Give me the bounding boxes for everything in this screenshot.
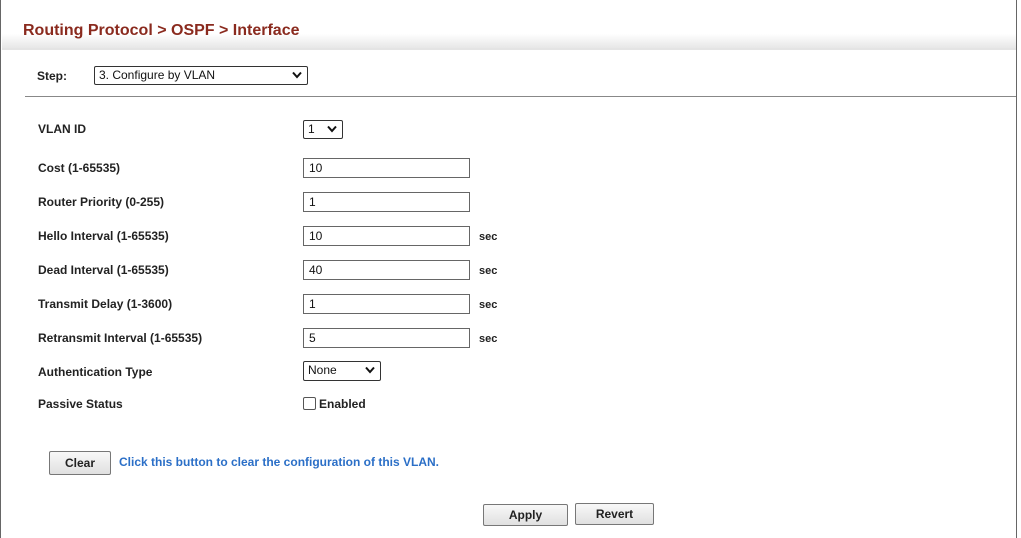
auth-type-select[interactable]: None (303, 361, 381, 381)
vlan-id-label: VLAN ID (38, 122, 86, 136)
auth-type-value: None (308, 363, 337, 377)
dead-interval-label: Dead Interval (1-65535) (38, 263, 169, 277)
apply-button[interactable]: Apply (483, 504, 568, 526)
vlan-id-value: 1 (308, 122, 315, 136)
hello-interval-input[interactable]: 10 (303, 226, 470, 246)
retransmit-interval-label: Retransmit Interval (1-65535) (38, 331, 203, 345)
retransmit-interval-input[interactable]: 5 (303, 328, 470, 348)
cost-label: Cost (1-65535) (38, 161, 121, 175)
revert-button[interactable]: Revert (575, 503, 654, 525)
clear-hint: Click this button to clear the configura… (119, 455, 440, 469)
auth-type-label: Authentication Type (38, 365, 153, 379)
transmit-delay-label: Transmit Delay (1-3600) (38, 297, 173, 311)
passive-status-label: Passive Status (38, 397, 123, 411)
retransmit-interval-unit: sec (479, 333, 498, 345)
content-frame: Routing Protocol > OSPF > Interface Step… (0, 0, 1017, 538)
step-divider (25, 96, 1016, 97)
vlan-id-select[interactable]: 1 (303, 120, 343, 139)
dead-interval-input[interactable]: 40 (303, 260, 470, 280)
title-bar: Routing Protocol > OSPF > Interface (2, 0, 1016, 48)
router-priority-input[interactable]: 1 (303, 192, 470, 212)
step-select-value: 3. Configure by VLAN (99, 68, 216, 82)
step-label: Step: (37, 69, 67, 83)
clear-button[interactable]: Clear (49, 451, 111, 475)
chevron-down-icon (327, 125, 337, 133)
title-divider (2, 48, 1016, 50)
transmit-delay-input[interactable]: 1 (303, 294, 470, 314)
passive-enabled-label: Enabled (319, 397, 366, 411)
transmit-delay-unit: sec (479, 299, 498, 311)
router-priority-label: Router Priority (0-255) (38, 195, 165, 209)
hello-interval-unit: sec (479, 231, 498, 243)
page-title: Routing Protocol > OSPF > Interface (23, 22, 300, 39)
passive-enabled-checkbox[interactable] (303, 397, 316, 410)
step-select[interactable]: 3. Configure by VLAN (94, 66, 308, 85)
cost-input[interactable]: 10 (303, 158, 470, 178)
hello-interval-label: Hello Interval (1-65535) (38, 229, 169, 243)
chevron-down-icon (365, 366, 375, 374)
dead-interval-unit: sec (479, 265, 498, 277)
chevron-down-icon (292, 71, 302, 79)
